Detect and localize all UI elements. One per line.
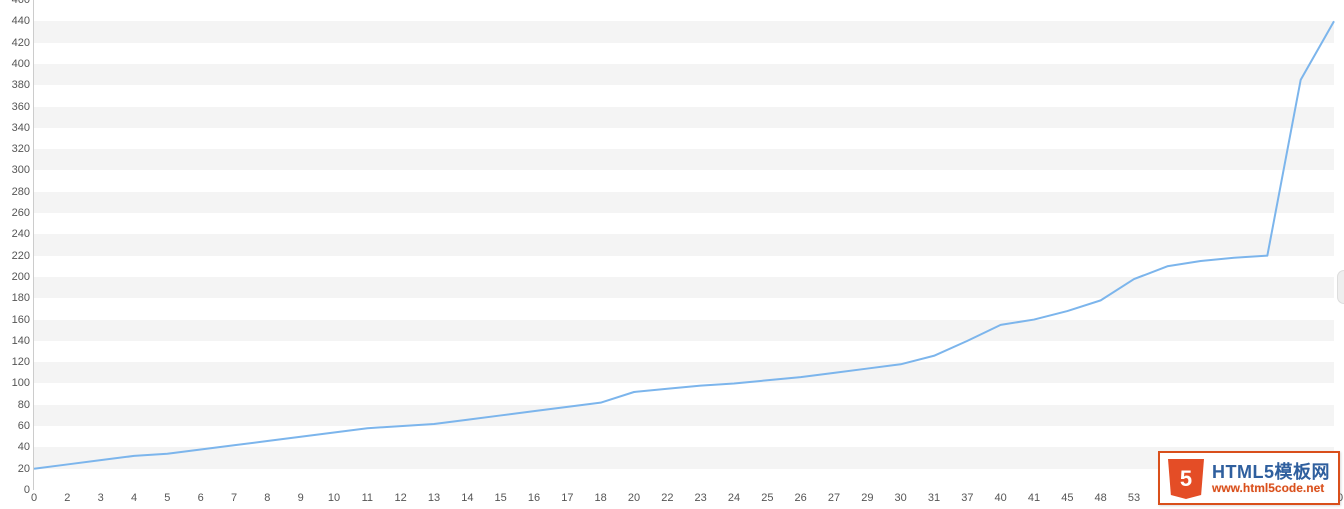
y-tick-label: 360 [12,101,30,113]
y-tick-label: 400 [12,58,30,70]
watermark-title: HTML5模板网 [1212,463,1330,482]
y-tick-label: 260 [12,207,30,219]
y-tick-label: 420 [12,37,30,49]
y-tick-label: 200 [12,271,30,283]
x-tick-label: 6 [198,492,204,504]
line-series [34,0,1334,490]
x-tick-label: 53 [1128,492,1140,504]
x-tick-label: 5 [164,492,170,504]
y-tick-label: 160 [12,314,30,326]
chart-container: 0204060801001201401601802002202402602803… [0,0,1344,509]
x-tick-label: 8 [264,492,270,504]
y-tick-label: 300 [12,164,30,176]
y-tick-label: 240 [12,228,30,240]
y-tick-label: 320 [12,143,30,155]
x-tick-label: 15 [495,492,507,504]
y-tick-label: 140 [12,335,30,347]
y-tick-label: 100 [12,377,30,389]
series-path [34,21,1334,468]
x-tick-label: 3 [98,492,104,504]
x-tick-label: 45 [1061,492,1073,504]
x-tick-label: 11 [362,492,373,504]
x-tick-label: 22 [661,492,673,504]
x-tick-label: 37 [961,492,973,504]
watermark-text: HTML5模板网 www.html5code.net [1212,463,1330,494]
y-tick-label: 220 [12,250,30,262]
y-tick-label: 20 [18,463,30,475]
x-tick-label: 0 [31,492,37,504]
x-tick-label: 27 [828,492,840,504]
x-tick-label: 14 [461,492,473,504]
x-tick-label: 4 [131,492,137,504]
x-tick-label: 16 [528,492,540,504]
watermark: 5 HTML5模板网 www.html5code.net [1158,451,1340,505]
x-tick-label: 18 [595,492,607,504]
side-handle[interactable] [1337,270,1344,304]
badge-text: 5 [1180,466,1192,492]
x-tick-label: 29 [861,492,873,504]
x-tick-label: 17 [561,492,573,504]
y-tick-label: 440 [12,15,30,27]
x-tick-label: 7 [231,492,237,504]
y-tick-label: 0 [24,484,30,496]
y-tick-label: 60 [18,420,30,432]
html5-logo-icon: 5 [1168,459,1204,499]
y-tick-label: 340 [12,122,30,134]
x-tick-label: 23 [695,492,707,504]
x-tick-label: 2 [64,492,70,504]
x-axis: 0234567891011121314151617182022232425262… [34,490,1334,509]
x-tick-label: 30 [895,492,907,504]
x-tick-label: 26 [795,492,807,504]
x-tick-label: 9 [298,492,304,504]
x-tick-label: 41 [1028,492,1040,504]
x-tick-label: 20 [628,492,640,504]
x-tick-label: 12 [395,492,407,504]
x-tick-label: 24 [728,492,740,504]
x-tick-label: 10 [328,492,340,504]
x-tick-label: 31 [928,492,940,504]
y-axis: 0204060801001201401601802002202402602803… [0,0,34,490]
y-tick-label: 80 [18,399,30,411]
y-tick-label: 280 [12,186,30,198]
x-tick-label: 48 [1095,492,1107,504]
x-tick-label: 25 [761,492,773,504]
y-tick-label: 180 [12,292,30,304]
y-tick-label: 120 [12,356,30,368]
x-tick-label: 13 [428,492,440,504]
y-tick-label: 460 [12,0,30,6]
x-tick-label: 40 [995,492,1007,504]
y-tick-label: 40 [18,441,30,453]
plot-area[interactable] [34,0,1334,490]
watermark-url: www.html5code.net [1212,482,1330,495]
y-tick-label: 380 [12,79,30,91]
